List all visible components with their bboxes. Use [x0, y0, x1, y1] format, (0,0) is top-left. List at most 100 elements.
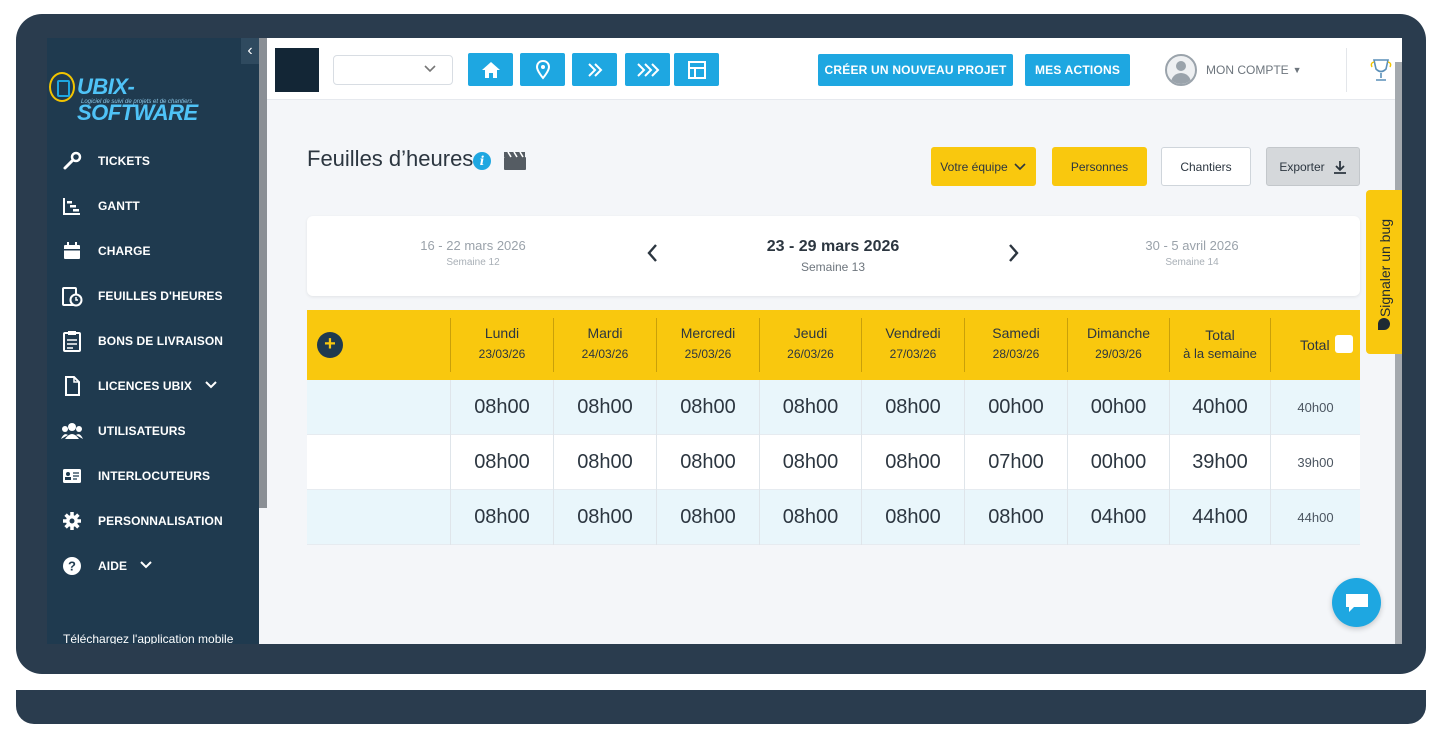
hours-cell[interactable]: 00h00	[964, 380, 1067, 435]
sidebar-item-label: BONS DE LIVRAISON	[98, 333, 224, 348]
sidebar-item-help[interactable]: ? AIDE	[47, 543, 259, 588]
my-actions-button[interactable]: MES ACTIONS	[1025, 54, 1130, 86]
chevron-down-icon[interactable]	[204, 379, 218, 393]
divider	[1346, 48, 1347, 92]
grid-view-button[interactable]	[674, 53, 719, 86]
sidebar-item-tickets[interactable]: TICKETS	[47, 138, 259, 183]
laptop-base	[16, 690, 1426, 724]
week-total-cell: 40h00	[1169, 380, 1270, 435]
hours-cell[interactable]: 08h00	[656, 380, 759, 435]
hours-cell[interactable]: 08h00	[450, 435, 553, 490]
export-button[interactable]: Exporter	[1266, 147, 1360, 186]
column-header-monday: Lundi 23/03/26	[450, 318, 553, 372]
hours-cell[interactable]: 07h00	[964, 435, 1067, 490]
hours-cell[interactable]: 08h00	[450, 490, 553, 545]
week-total-cell: 44h00	[1169, 490, 1270, 545]
gantt-chart-icon	[61, 195, 83, 217]
column-header-tuesday: Mardi 24/03/26	[553, 318, 656, 372]
day-name: Samedi	[992, 325, 1040, 341]
home-button[interactable]	[468, 53, 513, 86]
hours-cell[interactable]: 08h00	[553, 435, 656, 490]
week-total-sublabel: à la semaine	[1183, 346, 1257, 361]
day-date: 29/03/26	[1095, 347, 1142, 361]
hours-cell[interactable]: 08h00	[553, 380, 656, 435]
hours-cell[interactable]: 08h00	[861, 490, 964, 545]
sidebar-item-label: GANTT	[98, 198, 140, 213]
download-app-link[interactable]: Téléchargez l'application mobile	[63, 632, 233, 644]
hours-cell[interactable]: 00h00	[1067, 380, 1169, 435]
column-header-saturday: Samedi 28/03/26	[964, 318, 1067, 372]
hours-cell[interactable]: 08h00	[861, 435, 964, 490]
sidebar-item-label: CHARGE	[98, 243, 151, 258]
sidebar-item-timesheets[interactable]: FEUILLES D'HEURES	[47, 273, 259, 318]
help-icon: ?	[61, 555, 83, 577]
current-week: 23 - 29 mars 2026 Semaine 13	[713, 238, 953, 274]
hours-cell[interactable]: 08h00	[553, 490, 656, 545]
sidebar-item-label: TICKETS	[98, 153, 151, 168]
chevron-down-icon	[1014, 162, 1026, 170]
sidebar-item-gantt[interactable]: GANTT	[47, 183, 259, 228]
report-bug-tab[interactable]: Signaler un bug	[1366, 190, 1402, 354]
sidebar-item-charge[interactable]: CHARGE	[47, 228, 259, 273]
logo-subtitle: Logiciel de suivi de projets et de chant…	[81, 99, 193, 105]
collapse-sidebar-button[interactable]: ‹	[241, 38, 259, 64]
caret-down-icon: ▼	[1292, 65, 1302, 75]
next-week-range: 30 - 5 avril 2026	[1145, 238, 1239, 253]
hours-cell[interactable]: 00h00	[1067, 435, 1169, 490]
hours-cell[interactable]: 08h00	[759, 435, 861, 490]
project-select[interactable]	[333, 55, 453, 85]
select-all-checkbox[interactable]	[1335, 335, 1353, 353]
info-icon[interactable]: i	[473, 152, 491, 170]
total-cell: 44h00	[1270, 490, 1360, 545]
next-week-link[interactable]: 30 - 5 avril 2026 Semaine 14	[1072, 238, 1312, 268]
previous-week-link[interactable]: 16 - 22 mars 2026 Semaine 12	[353, 238, 593, 268]
hours-cell[interactable]: 08h00	[656, 435, 759, 490]
hours-cell[interactable]: 08h00	[759, 380, 861, 435]
hours-cell[interactable]: 08h00	[656, 490, 759, 545]
day-name: Lundi	[484, 325, 520, 341]
sidebar-scrollbar[interactable]	[259, 38, 267, 508]
create-project-button[interactable]: CRÉER UN NOUVEAU PROJET	[818, 54, 1013, 86]
sites-button[interactable]: Chantiers	[1161, 147, 1251, 186]
account-menu[interactable]: MON COMPTE ▼	[1165, 54, 1302, 86]
sidebar-item-label: LICENCES UBIX	[98, 378, 192, 393]
add-row-button[interactable]: +	[317, 332, 343, 358]
calendar-icon	[61, 240, 83, 262]
sidebar-item-users[interactable]: UTILISATEURS	[47, 408, 259, 453]
week-total-label: Total	[1205, 327, 1235, 343]
sidebar-item-delivery-notes[interactable]: BONS DE LIVRAISON	[47, 318, 259, 363]
hours-cell[interactable]: 08h00	[450, 380, 553, 435]
team-dropdown[interactable]: Votre équipe	[931, 147, 1036, 186]
fast-forward-button[interactable]	[625, 53, 670, 86]
previous-week-number: Semaine 12	[446, 257, 500, 268]
trophy-icon[interactable]	[1367, 56, 1395, 84]
sidebar-item-customization[interactable]: PERSONNALISATION	[47, 498, 259, 543]
hours-cell[interactable]: 08h00	[861, 380, 964, 435]
page-title: Feuilles d’heures	[307, 146, 474, 171]
hours-cell[interactable]: 08h00	[759, 490, 861, 545]
sidebar-item-label: AIDE	[98, 558, 128, 573]
next-week-arrow[interactable]	[1006, 242, 1020, 270]
previous-week-arrow[interactable]	[646, 242, 660, 270]
chevron-down-icon[interactable]	[139, 559, 153, 573]
day-date: 26/03/26	[787, 347, 834, 361]
chat-button[interactable]	[1332, 578, 1381, 627]
export-label: Exporter	[1279, 159, 1325, 174]
video-tutorial-icon[interactable]	[503, 149, 527, 171]
wrench-icon	[61, 150, 83, 172]
double-chevron-icon	[587, 62, 602, 77]
location-button[interactable]	[520, 53, 565, 86]
sidebar: ‹ UBIX-SOFTWARE Logiciel de suivi de pro…	[47, 38, 259, 644]
clipboard-icon	[61, 330, 83, 352]
persons-button[interactable]: Personnes	[1052, 147, 1147, 186]
table-row: 08h00 08h00 08h00 08h00 08h00 07h00 00h0…	[307, 435, 1360, 490]
hours-cell[interactable]: 04h00	[1067, 490, 1169, 545]
hours-cell[interactable]: 08h00	[964, 490, 1067, 545]
timesheet-table: + Lundi 23/03/26 Mardi 24/03/26 Mercredi…	[307, 310, 1360, 545]
forward-button[interactable]	[572, 53, 617, 86]
day-name: Vendredi	[885, 325, 941, 341]
logo-icon	[49, 72, 75, 102]
sidebar-item-licences[interactable]: LICENCES UBIX	[47, 363, 259, 408]
sidebar-item-contacts[interactable]: INTERLOCUTEURS	[47, 453, 259, 498]
team-dropdown-label: Votre équipe	[940, 159, 1008, 174]
